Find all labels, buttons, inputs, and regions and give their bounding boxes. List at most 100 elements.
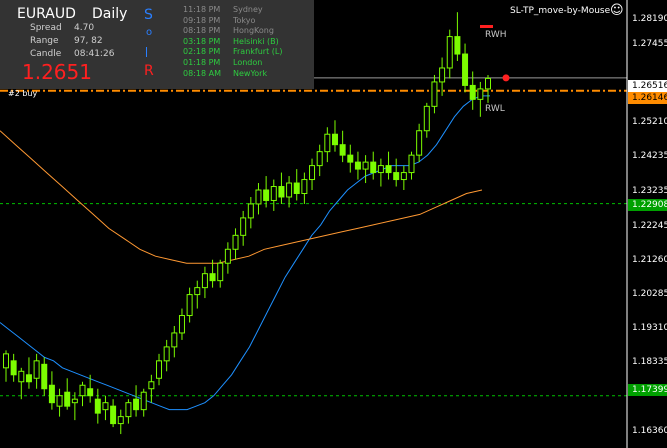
candle — [232, 228, 239, 260]
candle — [201, 266, 208, 299]
price-axis-label: 1.20285 — [632, 289, 667, 300]
candle — [324, 127, 331, 163]
candle — [71, 392, 78, 421]
candle-body — [446, 36, 453, 69]
timeframe-label: Daily — [92, 6, 128, 22]
candle-body — [477, 88, 484, 100]
candle-body — [416, 130, 423, 156]
price-axis-label: 1.22245 — [632, 220, 667, 231]
candle-body — [56, 395, 63, 407]
candle — [301, 172, 308, 204]
candle — [339, 130, 346, 163]
candle — [25, 357, 32, 389]
candle — [255, 183, 262, 215]
candle — [469, 71, 476, 110]
bid-price-tag: 1.26516 — [628, 80, 667, 92]
sor-divider — [146, 47, 153, 57]
candle-body — [94, 398, 101, 414]
candle-body — [263, 189, 270, 201]
session-time: 08:18 AM — [183, 68, 221, 78]
candle-body — [102, 402, 109, 411]
price-axis-label: 1.27455 — [632, 39, 667, 50]
candle — [477, 81, 484, 117]
candle — [3, 350, 9, 382]
candle — [454, 12, 461, 62]
candle-body — [156, 360, 163, 379]
candle — [140, 388, 147, 417]
candle — [316, 144, 323, 177]
candle-body — [224, 248, 231, 264]
candle — [18, 367, 25, 400]
bid-handle — [502, 74, 510, 82]
candle — [110, 399, 117, 428]
candle — [423, 102, 430, 138]
candle — [462, 43, 469, 93]
candle-body — [217, 262, 224, 282]
candle — [171, 325, 178, 358]
candle-body — [408, 154, 415, 174]
candle — [117, 409, 124, 435]
candle-body — [485, 77, 491, 90]
candle — [362, 155, 369, 184]
session-time: 09:18 PM — [183, 15, 221, 25]
candle-body — [117, 416, 124, 425]
candle-body — [48, 384, 55, 404]
candle-body — [3, 353, 9, 369]
symbol-label: EURAUD — [17, 6, 76, 22]
price-axis-label: 1.24235 — [632, 151, 667, 162]
sor-letter-s: S — [144, 7, 153, 23]
candle — [293, 169, 300, 201]
rwh-marker — [480, 25, 493, 28]
candle — [209, 259, 216, 288]
candle-body — [41, 363, 48, 390]
candle — [247, 196, 254, 229]
price-axis-label: 1.16360 — [632, 425, 667, 436]
session-time: 01:18 PM — [183, 58, 221, 67]
candle-body — [10, 360, 17, 376]
candle-body — [33, 360, 40, 379]
candle — [485, 74, 491, 103]
candle-body — [431, 81, 438, 107]
candle — [408, 151, 415, 180]
price-axis-label: 1.23235 — [632, 186, 667, 197]
session-time: 02:18 PM — [183, 47, 221, 57]
candle-body — [201, 273, 208, 289]
rwl-label: RWL — [485, 104, 505, 114]
session-time: 08:18 PM — [183, 26, 221, 36]
candle-body — [79, 384, 86, 397]
candle — [194, 280, 201, 309]
candle-timer: 08:41:26 — [74, 49, 115, 59]
info-panel: EURAUD Daily Spread 4.70 Range 97, 82 Ca… — [0, 0, 314, 89]
candle — [163, 339, 170, 372]
candle-body — [87, 388, 94, 397]
candle — [446, 29, 453, 79]
candle — [186, 287, 193, 323]
candle-body — [148, 381, 155, 390]
candle-body — [462, 53, 469, 86]
candle-body — [316, 151, 323, 167]
candle-body — [454, 36, 461, 55]
candle — [178, 308, 185, 340]
candle — [270, 179, 277, 211]
candle-body — [163, 346, 170, 362]
candle — [133, 385, 140, 417]
candle-body — [186, 294, 193, 317]
session-name: NewYork — [233, 68, 268, 78]
candle — [79, 381, 86, 407]
candle — [354, 151, 361, 180]
candle — [416, 123, 423, 163]
candle-body — [125, 402, 132, 418]
candle — [240, 210, 247, 246]
order-line-label: #2 buy — [8, 89, 38, 98]
slow-moving-average — [0, 130, 483, 264]
candle — [10, 353, 17, 382]
session-name: Sydney — [233, 5, 263, 14]
session-name: Helsinki (B) — [233, 36, 279, 46]
candle-body — [293, 182, 300, 194]
candle — [102, 395, 109, 421]
candle-body — [286, 182, 293, 198]
candle-body — [385, 165, 392, 174]
candle — [148, 374, 155, 403]
candle-body — [393, 172, 400, 181]
smiley-icon: ☺ — [610, 3, 624, 18]
